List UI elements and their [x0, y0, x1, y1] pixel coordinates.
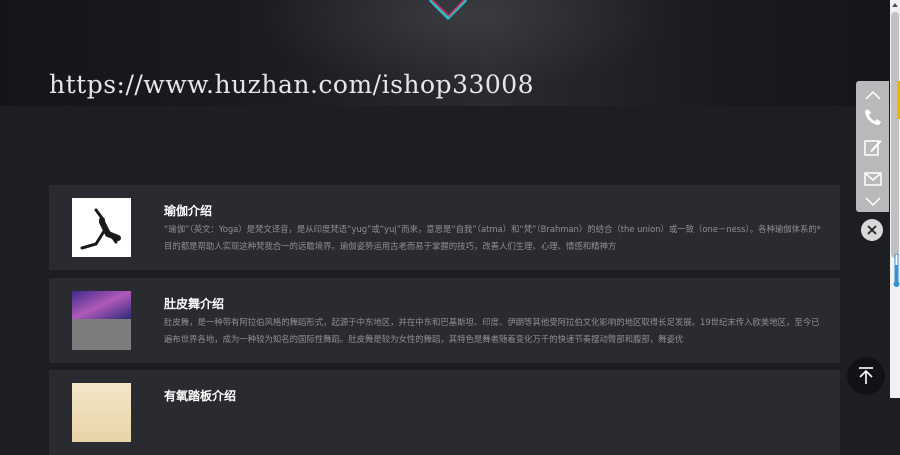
arrow-up-icon	[859, 367, 873, 384]
yoga-pose-image	[72, 198, 131, 257]
list-item-belly-dance[interactable]: 肚皮舞介绍 肚皮舞，是一种带有阿拉伯风格的舞蹈形式，起源于中东地区，并在中东和巴…	[49, 278, 840, 363]
chevron-up-icon	[864, 90, 881, 100]
card-description: 肚皮舞，是一种带有阿拉伯风格的舞蹈形式，起源于中东地区，并在中东和巴基斯坦、印度…	[164, 317, 820, 344]
yoga-thumbnail[interactable]	[72, 198, 131, 257]
page-scrollbar[interactable]	[890, 0, 900, 398]
thermometer-icon	[893, 253, 900, 287]
card-title[interactable]: 有氧踏板介绍	[164, 387, 236, 404]
step-aerobics-thumbnail[interactable]	[72, 383, 131, 442]
toolbar-down-button[interactable]	[856, 188, 889, 216]
logo-mark-icon	[428, 0, 468, 21]
phone-button[interactable]	[856, 103, 889, 131]
list-item-step-aerobics[interactable]: 有氧踏板介绍	[49, 370, 840, 455]
back-to-top-button[interactable]	[847, 357, 885, 395]
message-button[interactable]	[856, 133, 889, 161]
card-title[interactable]: 肚皮舞介绍	[164, 295, 224, 312]
edit-icon	[863, 140, 881, 156]
hero-banner: https://www.huzhan.com/ishop33008	[0, 0, 890, 106]
mail-icon	[863, 172, 882, 186]
toolbar-close-button[interactable]	[861, 219, 883, 241]
belly-dance-thumbnail[interactable]	[72, 291, 131, 350]
belly-dance-image	[72, 291, 131, 350]
contact-toolbar	[856, 81, 889, 212]
card-description: “瑜伽”（英文：Yoga）是梵文译音，是从印度梵语“yug”或“yuj”而来，意…	[164, 224, 821, 251]
watermark-url: https://www.huzhan.com/ishop33008	[49, 70, 535, 99]
scrollbar-thumb[interactable]	[891, 12, 899, 258]
card-title[interactable]: 瑜伽介绍	[164, 202, 212, 219]
list-item-yoga[interactable]: 瑜伽介绍 “瑜伽”（英文：Yoga）是梵文译音，是从印度梵语“yug”或“yuj…	[49, 185, 840, 270]
phone-icon	[864, 109, 881, 125]
scroll-up-arrow-icon[interactable]	[890, 0, 900, 10]
chevron-down-icon	[864, 197, 881, 207]
close-icon	[867, 225, 877, 235]
